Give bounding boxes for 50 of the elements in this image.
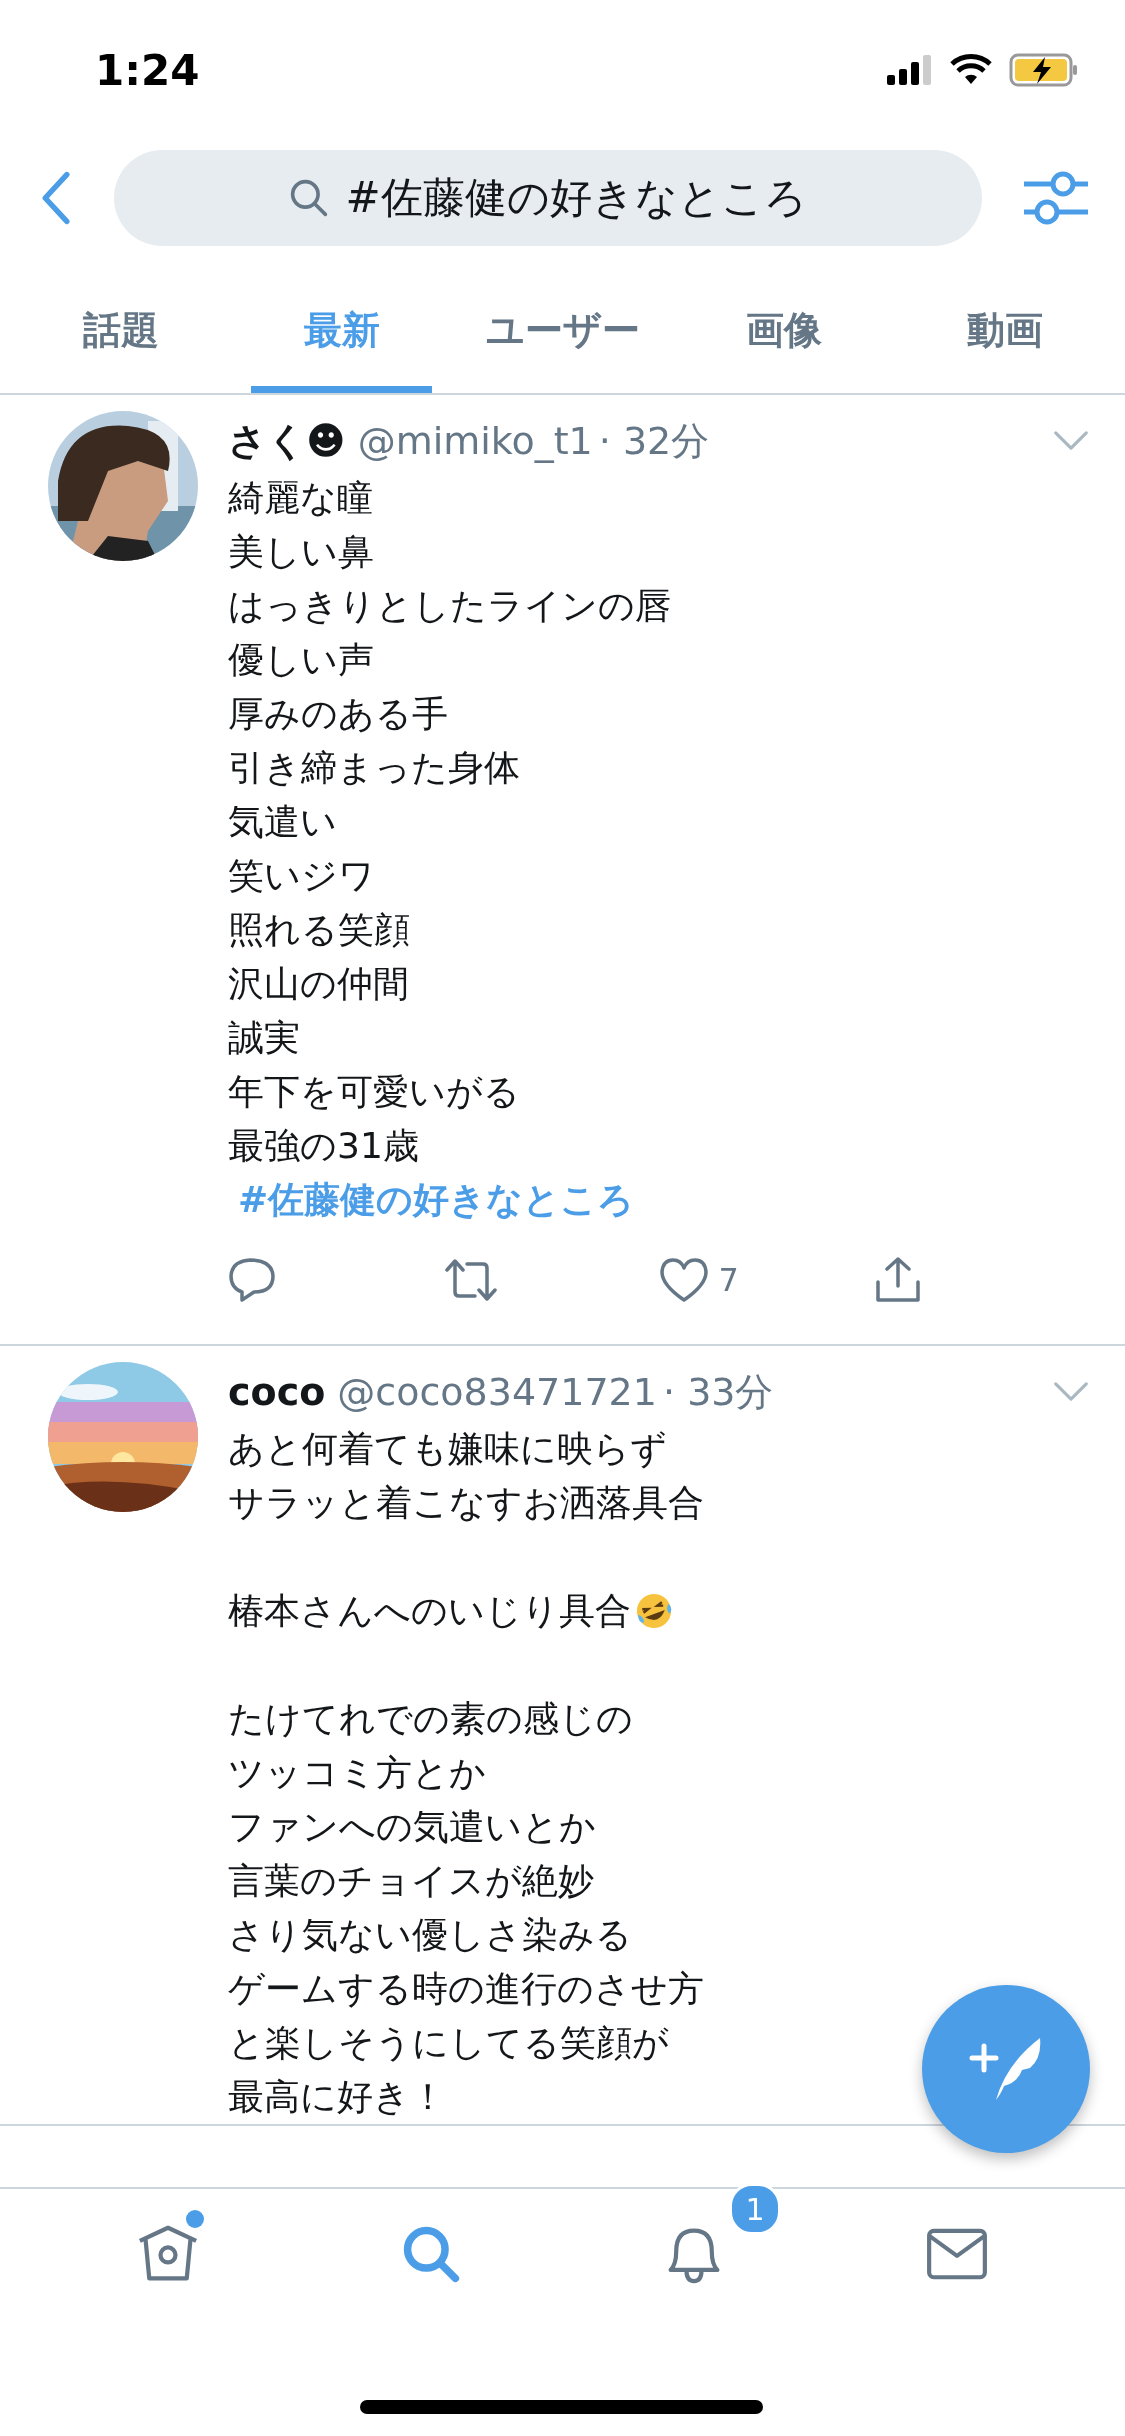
tweet-text: 最高に好き！	[228, 2075, 446, 2119]
tweet-text: 美しい鼻	[228, 530, 374, 574]
mail-icon[interactable]	[926, 2228, 989, 2280]
search-icon	[289, 177, 330, 218]
tweet-text: 照れる笑顔	[228, 908, 410, 952]
tweet-text: ゲームする時の進行のさせ方	[228, 1967, 704, 2011]
tweet-text: ファンへの気遣いとか	[228, 1805, 596, 1849]
like-count: 7	[718, 1260, 739, 1299]
tweet-text: はっきりとしたラインの唇	[228, 584, 671, 628]
tweet-text: サラッと着こなすお洒落具合	[228, 1481, 704, 1525]
tweet-text: 厚みのある手	[228, 692, 448, 736]
laughing-emoji-icon	[635, 1592, 673, 1630]
tweet-text: 言葉のチョイスが絶妙	[228, 1859, 594, 1903]
share-icon[interactable]	[873, 1255, 922, 1304]
wifi-icon	[949, 54, 993, 86]
tweet-text: 優しい声	[228, 638, 374, 682]
reply-icon[interactable]	[228, 1255, 276, 1304]
tab[interactable]: ユーザー	[472, 275, 653, 393]
tweet-text: 誠実	[228, 1016, 300, 1060]
tweet-text: あと何着ても嫌味に映らず	[228, 1427, 667, 1471]
tab[interactable]: 動画	[914, 275, 1095, 393]
compose-button[interactable]	[922, 1985, 1090, 2153]
tweet-text: 引き締まった身体	[228, 746, 520, 790]
signal-icon	[887, 55, 933, 85]
tweet-text: さり気ない優しさ染みる	[228, 1913, 632, 1957]
hashtag-link[interactable]: #佐藤健の好きなところ	[238, 1173, 635, 1227]
tweet-text: と楽しそうにしてる笑顔が	[228, 2021, 669, 2065]
tweet-text: 沢山の仲間	[228, 962, 409, 1006]
tweet-time: · 32分	[598, 417, 710, 465]
tweet-text: 気遣い	[228, 800, 337, 844]
tweet-text: 最強の31歳	[228, 1124, 419, 1168]
tab[interactable]: 画像	[693, 275, 874, 393]
search-query: #佐藤健の好きなところ	[345, 171, 807, 224]
tweet-text: 椿本さんへのいじり具合	[228, 1589, 631, 1633]
search-field[interactable]: #佐藤健の好きなところ	[114, 149, 982, 246]
user-name[interactable]: さく☻	[228, 415, 346, 467]
user-handle: @mimiko_t1	[357, 419, 593, 463]
tweet-text: 年下を可愛いがる	[228, 1070, 520, 1114]
tweet-text: たけてれでの素の感じの	[228, 1697, 633, 1741]
tweet-text: 笑いジワ	[228, 854, 375, 898]
tweet-text: 綺麗な瞳	[228, 476, 373, 520]
user-handle: @coco83471721	[337, 1370, 657, 1414]
tab[interactable]: 話題	[30, 275, 211, 393]
status-time: 1:24	[95, 44, 200, 95]
tweet-time: · 33分	[662, 1368, 774, 1416]
tweet-text: ツッコミ方とか	[228, 1751, 486, 1795]
user-name[interactable]: coco	[228, 1370, 326, 1414]
battery-charging-icon	[1009, 53, 1079, 87]
tab[interactable]: 最新	[251, 275, 432, 393]
heart-icon[interactable]	[658, 1256, 709, 1303]
